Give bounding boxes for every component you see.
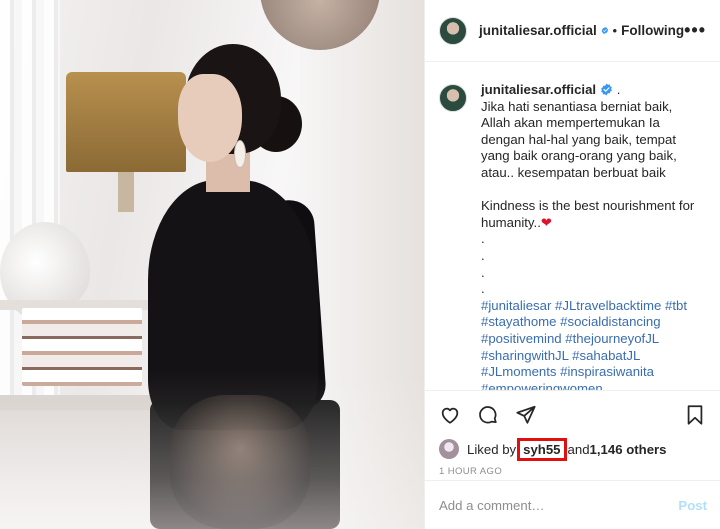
- caption-author-avatar[interactable]: [439, 84, 467, 112]
- comment-icon[interactable]: [477, 404, 499, 426]
- bookmark-icon[interactable]: [684, 404, 706, 426]
- likes-others-link[interactable]: 1,146 others: [590, 442, 667, 457]
- heart-icon[interactable]: [439, 404, 461, 426]
- verified-badge-icon: [601, 83, 612, 96]
- liker-avatar[interactable]: [439, 439, 459, 459]
- caption-section: junitaliesar.official . Jika hati senant…: [425, 62, 720, 390]
- caption-hashtags[interactable]: #junitaliesar #JLtravelbacktime #tbt #st…: [481, 298, 694, 390]
- likes-prefix: Liked by: [467, 441, 517, 457]
- post-comment-button[interactable]: Post: [678, 498, 707, 513]
- caption-suffix: .: [613, 82, 621, 97]
- author-avatar[interactable]: [439, 16, 467, 45]
- heart-emoji: ❤: [540, 214, 552, 230]
- post-sidebar: junitaliesar.official • Following ••• ju…: [424, 0, 720, 529]
- photo-haze: [0, 0, 424, 529]
- caption-username[interactable]: junitaliesar.official: [481, 82, 596, 97]
- post-photo[interactable]: [0, 0, 424, 529]
- liker-username-highlighted[interactable]: syh55: [517, 437, 567, 461]
- likes-summary: Liked by syh55 and 1,146 others: [425, 437, 720, 461]
- share-icon[interactable]: [515, 404, 537, 426]
- post-header: junitaliesar.official • Following •••: [425, 0, 720, 62]
- header-separator: •: [612, 23, 618, 38]
- following-button[interactable]: Following: [621, 23, 684, 38]
- caption-text: Jika hati senantiasa berniat baik, Allah…: [481, 98, 695, 230]
- more-options-icon[interactable]: •••: [684, 20, 706, 41]
- verified-badge-icon: [601, 26, 608, 35]
- author-username[interactable]: junitaliesar.official: [479, 23, 597, 38]
- caption-dots: . . . .: [481, 231, 485, 297]
- caption-body: junitaliesar.official . Jika hati senant…: [481, 82, 694, 390]
- comment-bar: Post: [425, 480, 720, 529]
- action-bar: [425, 390, 720, 438]
- likes-middle: and: [567, 441, 590, 457]
- instagram-post: junitaliesar.official • Following ••• ju…: [0, 0, 720, 529]
- comment-input[interactable]: [439, 497, 679, 513]
